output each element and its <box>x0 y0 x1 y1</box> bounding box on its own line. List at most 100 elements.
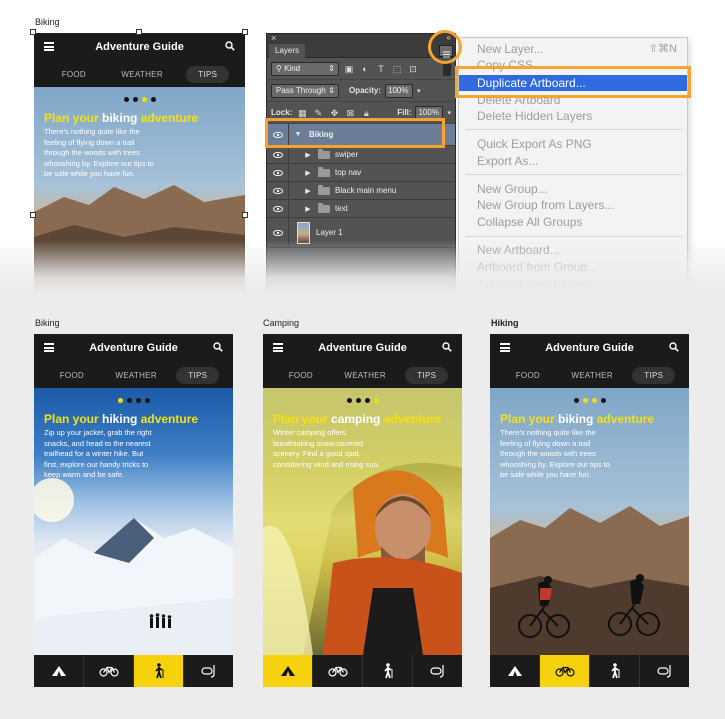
menu-item-new-layer[interactable]: New Layer... ⇧⌘N <box>459 41 687 57</box>
nav-biking[interactable] <box>313 655 363 687</box>
menu-item-delete-hidden-layers[interactable]: Delete Hidden Layers <box>459 108 687 124</box>
carousel-dot[interactable] <box>591 398 597 403</box>
nav-hiking[interactable] <box>134 655 184 687</box>
tab-layers[interactable]: Layers <box>269 44 306 58</box>
lock-all-icon[interactable]: 🔒︎ <box>360 107 372 119</box>
layer-row-text[interactable]: ▶ text <box>267 200 455 218</box>
search-icon[interactable] <box>442 342 452 352</box>
nav-biking[interactable] <box>84 655 134 687</box>
hamburger-menu-icon[interactable] <box>44 343 54 352</box>
collapse-arrow-icon[interactable]: ▶ <box>303 169 313 177</box>
menu-item-new-group-from-layers[interactable]: New Group from Layers... <box>459 197 687 213</box>
carousel-dot[interactable] <box>150 97 156 102</box>
menu-item-artboard-from-group[interactable]: Artboard from Group... <box>459 259 687 275</box>
nav-biking[interactable] <box>540 655 590 687</box>
type-filter-icon[interactable]: T <box>375 63 387 75</box>
artboard-label-camping[interactable]: Camping <box>263 318 299 328</box>
hamburger-menu-icon[interactable] <box>44 42 54 51</box>
fill-dropdown-icon[interactable]: ▾ <box>447 109 451 117</box>
artboard-biking-preview[interactable]: Adventure Guide FOOD WEATHER TIPS Plan y… <box>34 33 245 294</box>
tab-food[interactable]: FOOD <box>277 367 325 384</box>
nav-snorkel[interactable] <box>413 655 462 687</box>
carousel-dot[interactable] <box>355 398 361 403</box>
carousel-dot[interactable] <box>132 97 138 102</box>
artboard-camping[interactable]: Adventure Guide FOOD WEATHER TIPS Plan y… <box>263 334 462 687</box>
carousel-dot-active[interactable] <box>117 398 123 403</box>
close-panel-icon[interactable]: × <box>271 33 276 43</box>
tab-weather[interactable]: WEATHER <box>103 367 169 384</box>
pixel-filter-icon[interactable]: ▣ <box>343 63 355 75</box>
menu-item-artboard-from-layers[interactable]: Artboard from Layers... <box>459 276 687 292</box>
smart-object-filter-icon[interactable]: ⊡ <box>407 63 419 75</box>
artboard-label-biking[interactable]: Biking <box>35 17 60 27</box>
menu-item-collapse-all-groups[interactable]: Collapse All Groups <box>459 214 687 230</box>
carousel-dot[interactable] <box>364 398 370 403</box>
selection-handle[interactable] <box>30 29 36 35</box>
tab-tips[interactable]: TIPS <box>632 366 676 384</box>
carousel-dot[interactable] <box>135 398 141 403</box>
carousel-dot[interactable] <box>346 398 352 403</box>
tab-food[interactable]: FOOD <box>48 367 96 384</box>
nav-camping[interactable] <box>490 655 540 687</box>
tab-weather[interactable]: WEATHER <box>109 66 175 83</box>
artboard-label-biking[interactable]: Biking <box>35 318 60 328</box>
hamburger-menu-icon[interactable] <box>500 343 510 352</box>
lock-artboard-icon[interactable]: ⊠ <box>344 107 356 119</box>
artboard-label-hiking[interactable]: Hiking <box>491 318 519 328</box>
carousel-dot-active[interactable] <box>141 97 147 102</box>
selection-handle[interactable] <box>30 212 36 218</box>
layer-row-layer-1[interactable]: Layer 1 <box>267 218 455 248</box>
tab-weather[interactable]: WEATHER <box>559 367 625 384</box>
carousel-dot[interactable] <box>573 398 579 403</box>
lock-position-icon[interactable]: ✥ <box>328 107 340 119</box>
tab-tips[interactable]: TIPS <box>405 366 449 384</box>
menu-item-new-group[interactable]: New Group... <box>459 181 687 197</box>
nav-camping[interactable] <box>263 655 313 687</box>
menu-item-quick-export-png[interactable]: Quick Export As PNG <box>459 136 687 152</box>
tab-food[interactable]: FOOD <box>504 367 552 384</box>
layer-row-top-nav[interactable]: ▶ top nav <box>267 164 455 182</box>
opacity-field[interactable]: 100% <box>385 83 414 98</box>
visibility-eye-icon[interactable] <box>267 146 289 163</box>
tab-tips[interactable]: TIPS <box>186 65 230 83</box>
visibility-eye-icon[interactable] <box>267 200 289 217</box>
lock-image-icon[interactable]: ✎ <box>312 107 324 119</box>
carousel-dot[interactable] <box>123 97 129 102</box>
carousel-dot-active[interactable] <box>373 398 379 403</box>
collapse-arrow-icon[interactable]: ▶ <box>303 187 313 195</box>
selection-handle[interactable] <box>136 29 142 35</box>
visibility-eye-icon[interactable] <box>267 218 289 247</box>
blend-mode-select[interactable]: Pass Through ⇕ <box>271 83 339 98</box>
tab-weather[interactable]: WEATHER <box>332 367 398 384</box>
search-icon[interactable] <box>225 41 235 51</box>
carousel-dot[interactable] <box>600 398 606 403</box>
carousel-dot-active[interactable] <box>582 398 588 403</box>
visibility-eye-icon[interactable] <box>267 164 289 181</box>
carousel-dot[interactable] <box>126 398 132 403</box>
adjustment-filter-icon[interactable]: ◐ <box>359 63 371 75</box>
carousel-dot[interactable] <box>144 398 150 403</box>
tab-tips[interactable]: TIPS <box>176 366 220 384</box>
opacity-dropdown-icon[interactable]: ▾ <box>417 87 421 95</box>
selection-handle[interactable] <box>242 29 248 35</box>
collapse-arrow-icon[interactable]: ▶ <box>303 151 313 159</box>
artboard-hiking-biking-content[interactable]: Adventure Guide FOOD WEATHER TIPS Plan y… <box>490 334 689 687</box>
search-icon[interactable] <box>213 342 223 352</box>
hamburger-menu-icon[interactable] <box>273 343 283 352</box>
menu-item-new-artboard[interactable]: New Artboard... <box>459 242 687 258</box>
lock-transparent-icon[interactable]: ▦ <box>296 107 308 119</box>
visibility-eye-icon[interactable] <box>267 182 289 199</box>
collapse-arrow-icon[interactable]: ▶ <box>303 205 313 213</box>
nav-camping[interactable] <box>34 655 84 687</box>
menu-item-export-as[interactable]: Export As... <box>459 153 687 169</box>
nav-hiking[interactable] <box>363 655 413 687</box>
layer-row-black-main-menu[interactable]: ▶ Black main menu <box>267 182 455 200</box>
shape-filter-icon[interactable]: ⬚ <box>391 63 403 75</box>
nav-snorkel[interactable] <box>640 655 689 687</box>
nav-hiking[interactable] <box>590 655 640 687</box>
selection-handle[interactable] <box>242 212 248 218</box>
filter-kind-select[interactable]: ⚲ Kind ⇕ <box>271 61 339 76</box>
tab-food[interactable]: FOOD <box>50 66 98 83</box>
search-icon[interactable] <box>669 342 679 352</box>
layer-row-swiper[interactable]: ▶ swiper <box>267 146 455 164</box>
